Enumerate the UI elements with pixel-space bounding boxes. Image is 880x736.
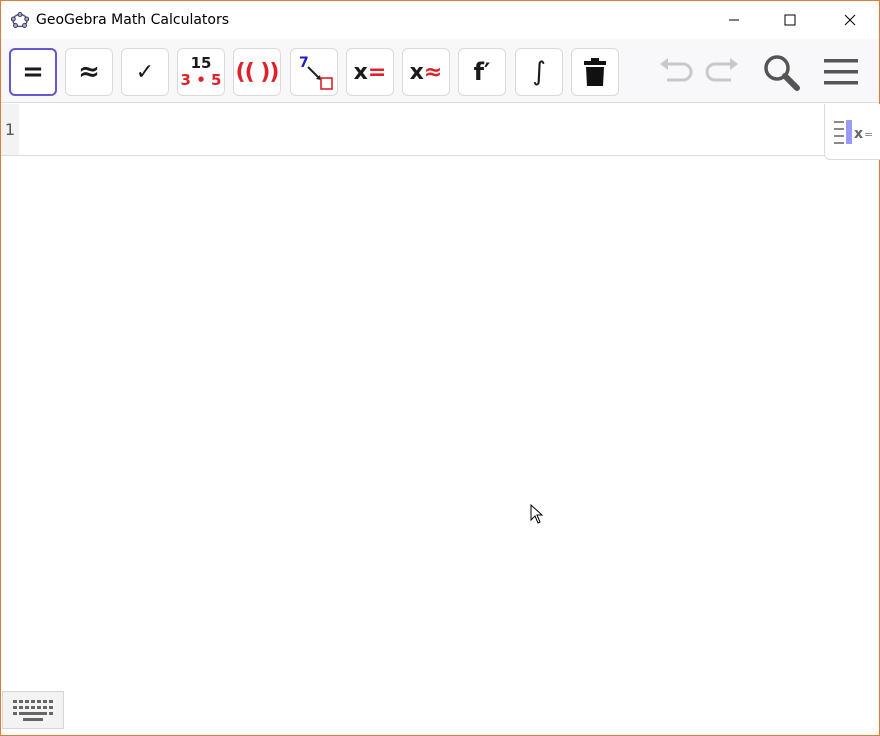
substitute-top-label: 7: [299, 55, 309, 71]
keep-input-button[interactable]: ✓: [121, 48, 169, 96]
expand-button[interactable]: (( )): [233, 48, 281, 96]
menu-button[interactable]: [821, 52, 861, 92]
nsolve-x-label: x: [409, 59, 424, 85]
numeric-button[interactable]: ≈: [65, 48, 113, 96]
algebra-view-icon: x =: [834, 119, 873, 144]
algebra-input[interactable]: [19, 104, 823, 155]
geogebra-logo-icon: [11, 12, 29, 28]
redo-icon: [705, 58, 738, 82]
integral-button[interactable]: ∫: [515, 48, 563, 96]
factor-top-label: 15: [190, 54, 212, 72]
factor-button[interactable]: 15 3 • 5: [177, 48, 225, 96]
integral-icon: ∫: [532, 57, 546, 87]
solve-numerically-button[interactable]: x≈: [402, 48, 450, 96]
window-title: GeoGebra Math Calculators: [36, 12, 230, 28]
algebra-view-toggle[interactable]: x =: [824, 104, 880, 160]
row-number: 1: [1, 104, 19, 155]
solve-x-label: x: [353, 59, 368, 85]
substitute-button[interactable]: 7: [290, 48, 338, 96]
solve-icon: x=: [354, 60, 387, 85]
approx-icon: ≈: [78, 57, 100, 87]
svg-text:=: =: [864, 128, 873, 141]
redo-button[interactable]: [702, 52, 742, 92]
mouse-cursor-icon: [530, 504, 544, 524]
search-button[interactable]: [761, 52, 801, 92]
derivative-icon: f′: [473, 58, 491, 86]
parentheses-icon: (( )): [235, 59, 280, 85]
undo-button[interactable]: [656, 52, 696, 92]
search-icon: [764, 55, 800, 91]
minimize-button[interactable]: [711, 1, 757, 39]
maximize-icon: [784, 14, 796, 26]
maximize-button[interactable]: [767, 1, 813, 39]
undo-icon: [660, 58, 693, 82]
minimize-icon: [729, 19, 739, 21]
toolbar: = ≈ ✓ 15 3 • 5 (( )) 7 x= x≈ f′ ∫: [1, 39, 879, 103]
svg-text:x: x: [854, 126, 863, 142]
trash-icon: [584, 58, 606, 86]
derivative-button[interactable]: f′: [458, 48, 506, 96]
factor-bottom-label: 3 • 5: [180, 71, 222, 89]
app-window: GeoGebra Math Calculators = ≈ ✓ 15 3 • 5: [0, 0, 880, 736]
equals-icon: =: [22, 57, 44, 87]
close-icon: [844, 14, 856, 26]
substitute-icon: 7: [299, 55, 333, 90]
keyboard-icon: [13, 700, 53, 721]
keyboard-button[interactable]: [2, 691, 64, 729]
solve-button[interactable]: x=: [346, 48, 394, 96]
close-button[interactable]: [827, 1, 873, 39]
solve-numeric-icon: x≈: [410, 60, 443, 85]
title-bar: GeoGebra Math Calculators: [1, 1, 879, 39]
menu-icon: [824, 59, 858, 85]
factor-icon: 15 3 • 5: [181, 55, 222, 89]
delete-button[interactable]: [571, 48, 619, 96]
solve-op-label: =: [367, 59, 387, 85]
nsolve-op-label: ≈: [423, 59, 443, 85]
algebra-input-row: 1: [1, 104, 879, 156]
evaluate-button[interactable]: =: [9, 48, 57, 96]
check-icon: ✓: [135, 59, 155, 85]
